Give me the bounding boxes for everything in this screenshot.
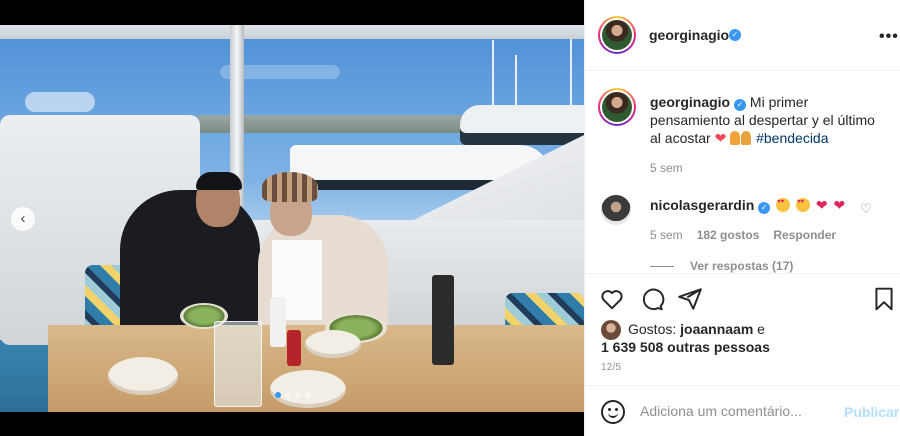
- divider-line: [650, 265, 674, 267]
- verified-badge-icon: ✓: [758, 202, 771, 214]
- likes-joiner: e: [757, 321, 765, 337]
- comment-meta: 5 sem 182 gostos Responder: [650, 228, 836, 242]
- more-options-icon[interactable]: •••: [879, 28, 899, 46]
- can: [287, 330, 301, 366]
- heart-icon[interactable]: [599, 286, 625, 312]
- post-sidebar: georginagio ✓ ••• georginagio ✓ Mi prime…: [584, 0, 900, 436]
- liker-username[interactable]: joaannaam: [680, 321, 753, 337]
- comment-likes[interactable]: 182 gostos: [697, 228, 760, 242]
- couple-emoji-icon: [730, 131, 752, 145]
- share-icon[interactable]: [677, 286, 703, 312]
- hashtag-link[interactable]: #bendecida: [756, 130, 828, 146]
- comment-composer: Publicar: [585, 385, 900, 436]
- emoji-picker-icon[interactable]: [601, 400, 625, 424]
- carousel-dot: [285, 392, 291, 398]
- heart-eyes-emoji-icon: [795, 198, 810, 212]
- bottle: [432, 275, 454, 365]
- photo-scene: [0, 25, 584, 412]
- liker-avatar[interactable]: [601, 320, 621, 340]
- carousel-dot: [275, 392, 281, 398]
- action-bar: [585, 273, 900, 323]
- caption: georginagio ✓ Mi primer pensamiento al d…: [650, 93, 888, 147]
- caption-username[interactable]: georginagio: [650, 94, 730, 110]
- caption-avatar[interactable]: [598, 88, 636, 126]
- comment-icon[interactable]: [639, 286, 665, 312]
- verified-badge-icon: ✓: [729, 29, 741, 41]
- container: [108, 357, 178, 395]
- comment-time: 5 sem: [650, 228, 683, 242]
- container: [270, 370, 346, 408]
- post-header: georginagio ✓ •••: [585, 0, 900, 71]
- publish-button[interactable]: Publicar: [844, 404, 899, 420]
- likes-prefix: Gostos:: [628, 321, 677, 337]
- likes-summary: Gostos: joaannaam e 1 639 508 outras pes…: [601, 320, 888, 356]
- post-photo[interactable]: ‹: [0, 0, 584, 436]
- cloud: [25, 92, 95, 112]
- cap: [196, 172, 242, 190]
- water-jug: [214, 321, 262, 407]
- author-username[interactable]: georginagio: [649, 27, 729, 43]
- carousel-dots: [275, 392, 311, 398]
- commenter-username[interactable]: nicolasgerardin: [650, 197, 754, 213]
- heart-eyes-emoji-icon: [776, 198, 791, 212]
- water-bottle: [270, 297, 286, 347]
- avatar-image: [602, 92, 632, 122]
- red-heart-emoji-icon: ❤: [815, 197, 828, 213]
- avatar-image: [602, 20, 632, 50]
- reply-button[interactable]: Responder: [773, 228, 836, 242]
- commenter-avatar[interactable]: [601, 195, 631, 225]
- comment-input[interactable]: [640, 403, 830, 419]
- red-heart-emoji-icon: ❤: [833, 197, 846, 213]
- bucket-hat: [262, 172, 318, 202]
- yacht: [460, 105, 584, 145]
- emoji-part: [730, 131, 741, 145]
- bookmark-icon[interactable]: [871, 286, 897, 312]
- author-avatar[interactable]: [598, 16, 636, 54]
- view-replies-button[interactable]: Ver respostas (17): [650, 259, 793, 273]
- heart-emoji-icon: ❤: [714, 130, 727, 146]
- emoji-part: [741, 131, 752, 145]
- carousel-dot: [295, 392, 301, 398]
- carousel-dot: [305, 392, 311, 398]
- caption-time: 5 sem: [650, 161, 683, 175]
- previous-photo-button[interactable]: ‹: [11, 207, 35, 231]
- post-date[interactable]: 12/5: [601, 362, 621, 373]
- comment-like-icon[interactable]: ♡: [860, 201, 872, 217]
- comment: nicolasgerardin ✓ ❤ ❤: [650, 197, 845, 214]
- view-replies-label: Ver respostas (17): [690, 259, 794, 273]
- likes-others[interactable]: 1 639 508 outras pessoas: [601, 339, 770, 355]
- verified-badge-icon: ✓: [734, 99, 747, 111]
- boat-canopy: [0, 25, 584, 39]
- instagram-post: ‹ georginagio ✓ ••• georginagio ✓ Mi pri…: [0, 0, 900, 436]
- container: [305, 330, 361, 358]
